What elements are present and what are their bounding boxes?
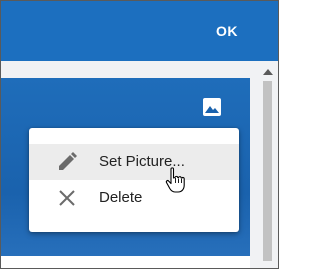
close-icon — [56, 187, 78, 209]
hand-cursor-icon — [165, 167, 185, 193]
scroll-up-arrow[interactable] — [263, 69, 273, 75]
card-bottom-strip — [1, 256, 250, 268]
vertical-scrollbar[interactable] — [261, 61, 274, 268]
ok-button[interactable]: OK — [216, 23, 238, 39]
menu-item-set-picture[interactable]: Set Picture... — [29, 144, 239, 180]
image-icon[interactable] — [201, 97, 223, 117]
menu-item-label: Delete — [99, 189, 143, 206]
top-bar: OK — [1, 1, 278, 61]
scroll-thumb[interactable] — [263, 81, 272, 261]
pencil-icon — [56, 151, 78, 173]
menu-item-delete[interactable]: Delete — [29, 180, 239, 216]
app-window: OK Set Picture... Delete — [0, 0, 279, 269]
context-menu: Set Picture... Delete — [29, 128, 239, 232]
